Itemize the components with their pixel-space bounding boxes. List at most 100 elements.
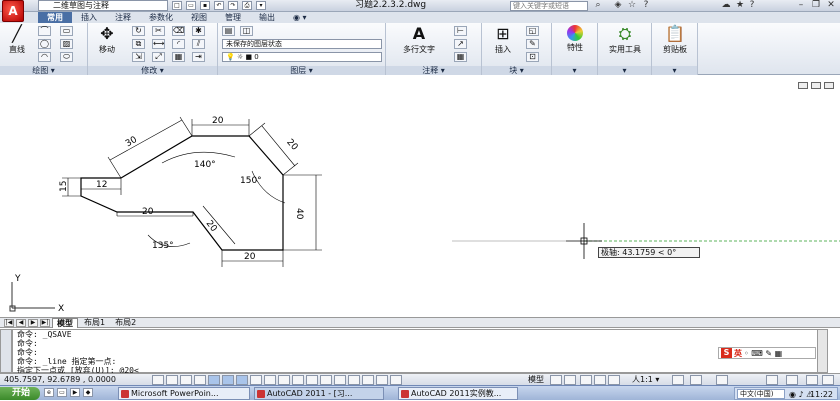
panel-modify-title[interactable]: 修改 ▾ [88,66,217,75]
dynamic-ucs-icon[interactable] [264,375,276,385]
save-icon[interactable]: ▪ [200,1,210,10]
panel-clipboard-title[interactable]: ▾ [652,66,697,75]
tab-model[interactable]: 模型 [52,317,78,328]
object-snap-tracking-icon[interactable] [250,375,262,385]
panel-utilities-title[interactable]: ▾ [598,66,651,75]
workspace-switch-icon[interactable] [716,375,728,385]
quick-launch-media-icon[interactable]: ▶ [70,388,80,397]
application-menu-button[interactable]: A [2,0,24,22]
arc-icon[interactable]: ◠ [38,52,51,62]
steering-wheel-icon[interactable] [608,375,620,385]
redo-icon[interactable]: ↷ [228,1,238,10]
quick-launch-app-icon[interactable]: ◆ [83,388,93,397]
sb-icon-16[interactable] [376,375,388,385]
quick-properties-icon[interactable] [320,375,332,385]
open-icon[interactable]: ▭ [186,1,196,10]
panel-draw-title[interactable]: 绘图 ▾ [0,66,87,75]
layer-state-select[interactable]: 未保存的图层状态 [222,39,382,49]
tab-home[interactable]: 常用 [38,12,72,23]
dimension-icon[interactable]: ⊢ [454,26,467,36]
prev-tab-icon[interactable]: ◀ [16,318,26,327]
offset-icon[interactable]: ⫽ [192,39,205,49]
drawing-canvas[interactable]: 20 30 20 15 12 140° 150° 40 20 20 135° 2… [0,75,840,318]
sb-icon-17[interactable] [390,375,402,385]
command-line-grip[interactable] [0,329,12,373]
hatch-icon[interactable]: ▨ [60,39,73,49]
favorites-icon[interactable]: ☆ [626,0,638,11]
taskbar-app-powerpoint[interactable]: Microsoft PowerPoin... [118,387,250,400]
help-dropdown-icon[interactable]: ? [746,0,758,11]
explode-icon[interactable]: ✱ [192,26,205,36]
stretch-icon[interactable]: ⇲ [132,52,145,62]
hardware-acceleration-icon[interactable] [786,375,798,385]
utilities-button[interactable]: ⛭ 实用工具 [602,25,648,55]
tab-parametric[interactable]: 参数化 [140,12,182,23]
mirror-icon[interactable]: ⟷ [152,39,165,49]
table-icon[interactable]: ▦ [454,52,467,62]
rectangle-icon[interactable]: ▭ [60,26,73,36]
undo-icon[interactable]: ↶ [214,1,224,10]
taskbar-app-autocad-1[interactable]: AutoCAD 2011 - [习... [254,387,384,400]
quick-launch-ie-icon[interactable]: e [44,388,54,397]
annotation-visibility-icon[interactable] [672,375,684,385]
command-line-window[interactable]: 命令: _QSAVE 命令: 命令: 命令: _line 指定第一点: 指定下一… [12,329,828,375]
tab-layout1[interactable]: 布局1 [80,318,109,327]
command-line-scrollbar[interactable] [817,329,828,373]
clipboard-button[interactable]: 📋 剪贴板 [656,25,694,55]
sb-icon-15[interactable] [362,375,374,385]
edit-block-icon[interactable]: ✎ [526,39,539,49]
tab-output[interactable]: 输出 [250,12,284,23]
taskbar-app-autocad-2[interactable]: AutoCAD 2011实例教... [398,387,518,400]
next-tab-icon[interactable]: ▶ [28,318,38,327]
trim-icon[interactable]: ✂ [152,26,165,36]
layer-properties-icon[interactable]: ▤ [222,26,235,36]
viewport-minimize-icon[interactable] [798,82,808,89]
last-tab-icon[interactable]: ▶| [40,318,50,327]
3d-object-snap-icon[interactable] [236,375,248,385]
first-tab-icon[interactable]: |◀ [4,318,14,327]
panel-block-title[interactable]: 块 ▾ [482,66,551,75]
cloud-icon[interactable]: ☁ [720,0,732,11]
panel-layers-title[interactable]: 图层 ▾ [218,66,385,75]
copy-icon[interactable]: ⧉ [132,39,145,49]
communication-center-icon[interactable]: ◈ [612,0,624,11]
line-button[interactable]: ╱ 直线 [4,25,30,55]
minimize-icon[interactable]: – [795,0,807,11]
annotation-monitor-icon[interactable] [348,375,360,385]
search-icon[interactable]: ⌕ [592,0,604,11]
circle-icon[interactable]: ◯ [38,39,51,49]
pan-icon[interactable] [580,375,592,385]
create-block-icon[interactable]: ◱ [526,26,539,36]
language-indicator[interactable]: 中文(中国) [737,389,785,399]
restore-icon[interactable]: ❐ [810,0,822,11]
ellipse-icon[interactable]: ⬭ [60,52,73,62]
snap-mode-icon[interactable] [166,375,178,385]
quick-launch-desktop-icon[interactable]: ▭ [57,388,67,397]
properties-button[interactable]: 特性 [556,25,594,53]
insert-button[interactable]: ⊞ 插入 [488,25,518,55]
star-icon[interactable]: ★ [734,0,746,11]
transparency-icon[interactable] [306,375,318,385]
close-icon[interactable]: ✕ [825,0,837,11]
selection-cycling-icon[interactable] [334,375,346,385]
infer-constraints-icon[interactable] [152,375,164,385]
quick-view-drawings-icon[interactable] [564,375,576,385]
grid-display-icon[interactable] [180,375,192,385]
lineweight-icon[interactable] [292,375,304,385]
tab-annotate[interactable]: 注释 [106,12,140,23]
new-icon[interactable]: □ [172,1,182,10]
isolate-objects-icon[interactable] [806,375,818,385]
leader-icon[interactable]: ↗ [454,39,467,49]
tab-more[interactable]: ◉ ▾ [284,12,316,23]
ime-toolbar[interactable]: S 英 ◦ ⌨ ✎ ▦ [718,347,816,359]
search-input[interactable]: 键入关键字或短语 [510,1,588,11]
start-button[interactable]: 开始 [0,387,40,400]
move-button[interactable]: ✥ 移动 [92,25,122,55]
current-layer-select[interactable]: 💡 ☼ ■ 0 [222,52,382,62]
polyline-icon[interactable]: ⌒ [38,26,51,36]
viewport-close-icon[interactable] [824,82,834,89]
tab-insert[interactable]: 插入 [72,12,106,23]
erase-icon[interactable]: ⌫ [172,26,185,36]
mtext-button[interactable]: A 多行文字 [396,25,442,55]
tab-manage[interactable]: 管理 [216,12,250,23]
